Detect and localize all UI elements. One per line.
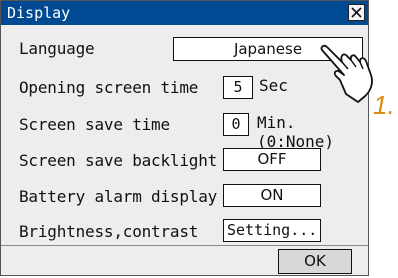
opening-screen-time-unit: Sec <box>259 76 288 95</box>
language-label: Language <box>19 39 95 58</box>
battery-alarm-display-toggle[interactable]: ON <box>223 184 321 207</box>
screen-save-backlight-toggle[interactable]: OFF <box>223 148 321 171</box>
close-icon <box>351 7 362 18</box>
brightness-contrast-setting-button[interactable]: Setting... <box>223 219 321 242</box>
window-title: Display <box>7 4 71 22</box>
screen-save-time-unit: Min.(0:None) <box>257 113 335 151</box>
footer-divider <box>1 245 368 246</box>
close-button[interactable] <box>348 4 365 21</box>
title-bar: Display <box>1 1 368 25</box>
hand-pointer-icon <box>320 44 373 103</box>
brightness-contrast-label: Brightness,contrast <box>19 222 199 241</box>
opening-screen-time-input[interactable]: 5 <box>223 76 253 99</box>
battery-alarm-display-label: Battery alarm display <box>19 187 218 206</box>
ok-button[interactable]: OK <box>278 249 352 274</box>
display-dialog: Display Language Japanese Opening screen… <box>0 0 369 276</box>
screen-save-time-label: Screen save time <box>19 115 170 134</box>
step-number-label: 1. <box>373 90 395 120</box>
screen-save-time-input[interactable]: 0 <box>223 113 249 136</box>
opening-screen-time-label: Opening screen time <box>19 78 199 97</box>
screen-save-backlight-label: Screen save backlight <box>19 151 218 170</box>
